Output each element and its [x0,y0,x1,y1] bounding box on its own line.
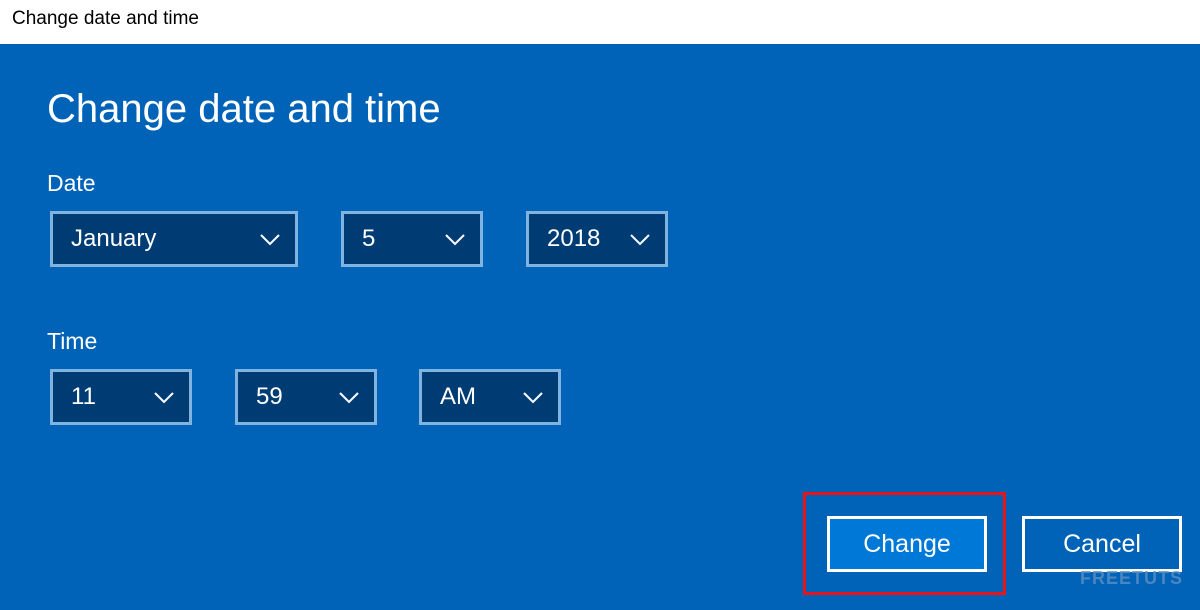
time-label: Time [47,328,98,354]
hour-value: 11 [71,383,96,410]
chevron-down-icon [338,388,360,406]
minute-select[interactable]: 59 [235,369,377,425]
day-select[interactable]: 5 [341,211,483,267]
year-select[interactable]: 2018 [526,211,668,267]
month-value: January [71,225,157,252]
period-select[interactable]: AM [419,369,561,425]
date-label: Date [47,170,96,196]
period-value: AM [440,383,476,410]
dialog-heading: Change date and time [47,87,441,131]
change-button[interactable]: Change [827,516,987,572]
minute-value: 59 [256,383,283,410]
hour-select[interactable]: 11 [50,369,192,425]
chevron-down-icon [259,230,281,248]
title-bar: Change date and time [0,0,1200,44]
day-value: 5 [362,225,376,252]
watermark-logo: FREETUTS [1080,568,1184,588]
cancel-button[interactable]: Cancel [1022,516,1182,572]
year-value: 2018 [547,225,601,252]
chevron-down-icon [522,388,544,406]
chevron-down-icon [629,230,651,248]
window-title: Change date and time [12,8,199,29]
chevron-down-icon [444,230,466,248]
month-select[interactable]: January [50,211,298,267]
chevron-down-icon [153,388,175,406]
